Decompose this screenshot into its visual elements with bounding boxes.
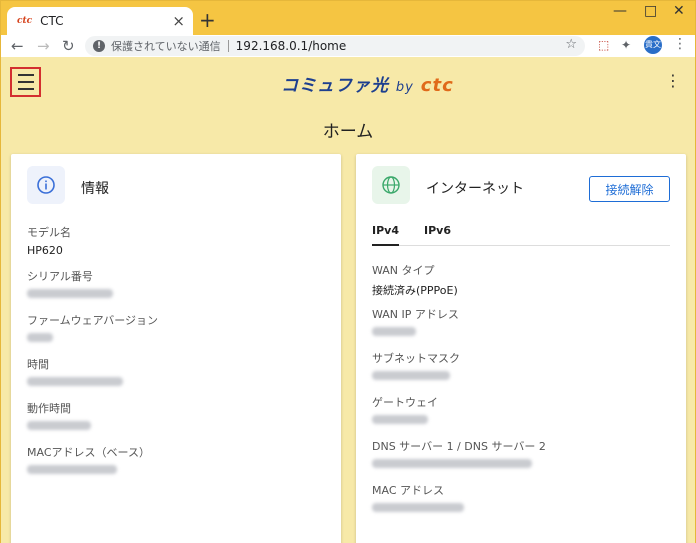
field-model: モデル名 HP620 bbox=[27, 224, 71, 257]
field-label: モデル名 bbox=[27, 226, 71, 239]
field-wan-ip: WAN IP アドレス bbox=[372, 306, 459, 339]
commufa-logo: コミュファ光 by ctc bbox=[281, 71, 454, 96]
redacted-value bbox=[27, 421, 91, 430]
info-icon bbox=[27, 166, 65, 204]
field-serial: シリアル番号 bbox=[27, 268, 113, 301]
field-label: DNS サーバー 1 / DNS サーバー 2 bbox=[372, 440, 546, 453]
redacted-value bbox=[27, 333, 53, 342]
field-value bbox=[27, 464, 150, 477]
profile-avatar[interactable]: 貴文 bbox=[644, 36, 662, 54]
menu-line bbox=[17, 81, 34, 83]
extensions-puzzle-icon[interactable]: ✦ bbox=[621, 38, 631, 52]
menu-line bbox=[17, 88, 34, 90]
field-mac-base: MACアドレス（ベース） bbox=[27, 444, 150, 477]
logo-ctc: ctc bbox=[420, 75, 454, 96]
field-label: ファームウェアバージョン bbox=[27, 314, 159, 327]
field-label: ゲートウェイ bbox=[372, 396, 438, 409]
field-value bbox=[372, 502, 464, 515]
field-uptime: 動作時間 bbox=[27, 400, 91, 433]
security-warning[interactable]: 保護されていない通信 bbox=[111, 38, 221, 54]
page-title: ホーム bbox=[322, 122, 374, 142]
field-firmware: ファームウェアバージョン bbox=[27, 312, 158, 345]
field-label: WAN タイプ bbox=[372, 264, 435, 277]
browser-toolbar: ← → ↻ ! 保護されていない通信 192.168.0.1/home ☆ ⬚ … bbox=[1, 35, 695, 57]
field-label: シリアル番号 bbox=[27, 270, 93, 283]
field-value bbox=[27, 420, 91, 433]
field-wan-type: WAN タイプ 接続済み(PPPoE) bbox=[372, 262, 458, 298]
page-content: コミュファ光 by ctc ⋮ ホーム 情報 モデル名 HP620 シリアル番号… bbox=[1, 57, 695, 543]
field-gateway: ゲートウェイ bbox=[372, 394, 438, 427]
browser-menu-icon[interactable]: ⋮ bbox=[673, 36, 687, 52]
ctc-favicon-icon: ctc bbox=[17, 16, 33, 26]
info-card-title: 情報 bbox=[81, 181, 109, 197]
redacted-value bbox=[372, 503, 464, 512]
field-value bbox=[27, 288, 113, 301]
reload-icon[interactable]: ↻ bbox=[62, 37, 75, 55]
field-value: 接続済み(PPPoE) bbox=[372, 284, 458, 297]
tab-title: CTC bbox=[40, 14, 64, 28]
forward-arrow-icon[interactable]: → bbox=[37, 37, 50, 55]
logo-main: コミュファ光 bbox=[281, 76, 389, 96]
tab-strip: ctc CTC × + — □ ✕ bbox=[1, 1, 695, 35]
field-label: 動作時間 bbox=[27, 402, 71, 415]
more-options-icon[interactable]: ⋮ bbox=[665, 71, 681, 90]
redacted-value bbox=[372, 371, 450, 380]
menu-line bbox=[17, 74, 34, 76]
tab-ipv4[interactable]: IPv4 bbox=[372, 224, 399, 246]
redacted-value bbox=[372, 415, 428, 424]
field-dns: DNS サーバー 1 / DNS サーバー 2 bbox=[372, 438, 546, 471]
bookmark-star-icon[interactable]: ☆ bbox=[565, 37, 577, 52]
field-label: 時間 bbox=[27, 358, 49, 371]
warning-icon[interactable]: ! bbox=[93, 40, 105, 52]
redacted-value bbox=[27, 377, 123, 386]
restore-button[interactable]: □ bbox=[644, 3, 657, 19]
browser-tab[interactable]: ctc CTC × bbox=[7, 7, 193, 35]
ip-version-tabs: IPv4 IPv6 bbox=[372, 224, 670, 246]
field-subnet: サブネットマスク bbox=[372, 350, 460, 383]
tab-ipv6[interactable]: IPv6 bbox=[424, 224, 451, 246]
app-bar: コミュファ光 by ctc ⋮ bbox=[1, 57, 695, 107]
minimize-button[interactable]: — bbox=[613, 3, 627, 19]
back-arrow-icon[interactable]: ← bbox=[11, 37, 24, 55]
field-label: MACアドレス（ベース） bbox=[27, 446, 150, 459]
url-text[interactable]: 192.168.0.1/home bbox=[236, 39, 347, 53]
field-label: WAN IP アドレス bbox=[372, 308, 459, 321]
field-value bbox=[372, 414, 438, 427]
redacted-value bbox=[27, 289, 113, 298]
pdf-extension-icon[interactable]: ⬚ bbox=[598, 38, 609, 52]
field-value bbox=[372, 458, 546, 471]
close-window-button[interactable]: ✕ bbox=[673, 3, 685, 19]
info-card: 情報 モデル名 HP620 シリアル番号 ファームウェアバージョン 時間 動作時… bbox=[11, 154, 341, 543]
hamburger-menu-button[interactable] bbox=[10, 67, 41, 97]
logo-by: by bbox=[395, 80, 414, 95]
redacted-value bbox=[27, 465, 117, 474]
disconnect-button[interactable]: 接続解除 bbox=[589, 176, 670, 202]
field-value bbox=[372, 326, 459, 339]
internet-card: インターネット 接続解除 IPv4 IPv6 WAN タイプ 接続済み(PPPo… bbox=[356, 154, 686, 543]
internet-card-title: インターネット bbox=[426, 181, 524, 197]
field-value bbox=[372, 370, 460, 383]
field-time: 時間 bbox=[27, 356, 123, 389]
field-mac: MAC アドレス bbox=[372, 482, 464, 515]
redacted-value bbox=[372, 327, 416, 336]
omnibox-divider bbox=[227, 40, 229, 52]
browser-window: ctc CTC × + — □ ✕ ← → ↻ ! 保護されていない通信 192… bbox=[0, 0, 696, 543]
address-bar[interactable]: ! 保護されていない通信 192.168.0.1/home ☆ bbox=[85, 36, 585, 56]
field-value bbox=[27, 332, 158, 345]
field-value bbox=[27, 376, 123, 389]
redacted-value bbox=[372, 459, 532, 468]
field-label: MAC アドレス bbox=[372, 484, 444, 497]
globe-icon bbox=[372, 166, 410, 204]
close-tab-icon[interactable]: × bbox=[172, 12, 185, 30]
new-tab-button[interactable]: + bbox=[199, 8, 216, 32]
field-value: HP620 bbox=[27, 244, 63, 257]
field-label: サブネットマスク bbox=[372, 352, 460, 365]
